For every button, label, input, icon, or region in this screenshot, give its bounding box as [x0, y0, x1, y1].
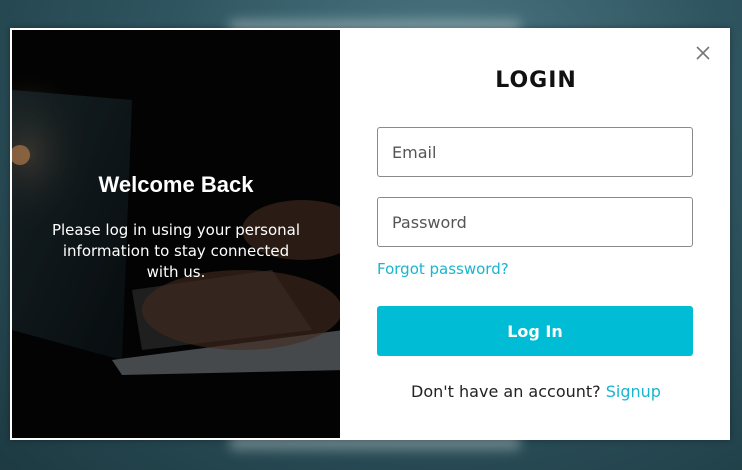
password-input[interactable]	[377, 197, 693, 247]
login-button[interactable]: Log In	[377, 306, 693, 356]
welcome-title: Welcome Back	[98, 172, 254, 197]
signup-link[interactable]: Signup	[606, 382, 661, 401]
welcome-content: Welcome Back Please log in using your pe…	[12, 172, 340, 283]
close-icon	[696, 46, 710, 60]
welcome-panel: Welcome Back Please log in using your pe…	[10, 28, 342, 440]
email-input[interactable]	[377, 127, 693, 177]
login-modal: Welcome Back Please log in using your pe…	[10, 28, 730, 440]
signup-prompt: Don't have an account?	[411, 382, 601, 401]
signup-line: Don't have an account? Signup	[342, 382, 730, 401]
welcome-description: Please log in using your personal inform…	[51, 221, 301, 281]
close-button[interactable]	[692, 42, 714, 64]
login-form-panel: LOGIN Forgot password? Log In Don't have…	[342, 28, 730, 440]
login-title: LOGIN	[495, 68, 577, 93]
forgot-password-link[interactable]: Forgot password?	[377, 260, 509, 278]
